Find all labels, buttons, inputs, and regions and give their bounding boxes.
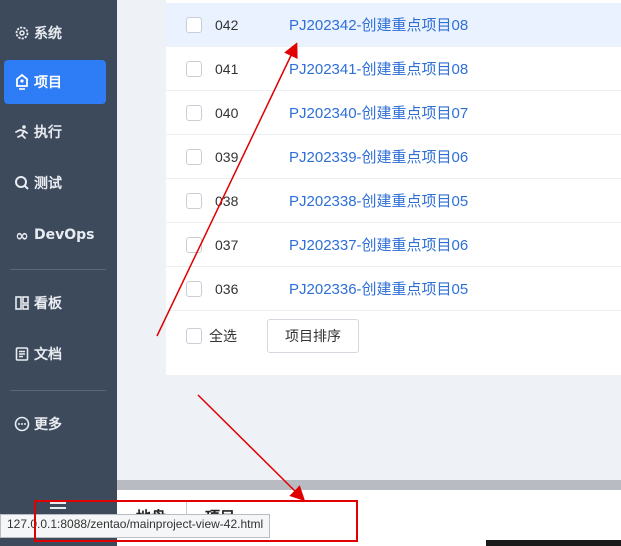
project-link[interactable]: PJ202341-创建重点项目08 [289,58,468,79]
sidebar-item-more[interactable]: 更多 [4,402,106,446]
sidebar-divider [10,269,106,270]
row-checkbox[interactable] [186,104,202,121]
project-link[interactable]: PJ202336-创建重点项目05 [289,278,468,299]
sidebar-item-docs[interactable]: 文档 [4,332,106,376]
sidebar-item-label: 看板 [34,296,62,312]
sidebar-item-project[interactable]: 项目 [4,60,106,104]
row-checkbox[interactable] [186,148,202,165]
row-checkbox[interactable] [186,16,202,33]
project-link[interactable]: PJ202340-创建重点项目07 [289,102,468,123]
table-row[interactable]: 037 PJ202337-创建重点项目06 [166,223,621,267]
status-bar-url: 127.0.0.1:8088/zentao/mainproject-view-4… [0,514,271,538]
select-all-checkbox[interactable] [186,328,202,344]
project-id: 041 [215,60,239,77]
list-footer: 全选 项目排序 [166,310,621,360]
row-checkbox[interactable] [186,280,202,297]
select-all-label[interactable]: 全选 [209,326,237,346]
sidebar-item-execution[interactable]: 执行 [4,110,106,154]
taskbar-edge [486,540,621,546]
sidebar-item-system[interactable]: 系统 [4,11,106,55]
project-link[interactable]: PJ202338-创建重点项目05 [289,190,468,211]
table-row[interactable]: 042 PJ202342-创建重点项目08 [166,3,621,47]
sidebar-item-kanban[interactable]: 看板 [4,281,106,325]
test-icon [12,173,32,193]
menu-toggle-icon[interactable] [48,500,68,514]
table-row[interactable]: 036 PJ202336-创建重点项目05 [166,267,621,311]
table-row[interactable]: 039 PJ202339-创建重点项目06 [166,135,621,179]
run-icon [12,122,32,142]
project-id: 038 [215,192,239,209]
doc-icon [12,344,32,364]
sidebar-item-devops[interactable]: ∞ DevOps [4,213,106,257]
project-link[interactable]: PJ202339-创建重点项目06 [289,146,468,167]
project-list-panel: 042 PJ202342-创建重点项目08 041 PJ202341-创建重点项… [166,0,621,375]
project-id: 036 [215,280,239,297]
sidebar-item-label: DevOps [34,227,95,243]
sidebar-item-label: 系统 [34,26,62,42]
project-link[interactable]: PJ202337-创建重点项目06 [289,234,468,255]
project-id: 042 [215,16,239,33]
row-checkbox[interactable] [186,236,202,253]
project-id: 037 [215,236,239,253]
sidebar-item-label: 执行 [34,125,62,141]
project-id: 040 [215,104,239,121]
gear-icon [12,23,32,43]
sidebar-item-label: 更多 [34,417,62,433]
more-icon [12,414,32,434]
sidebar-divider [10,390,106,391]
project-link[interactable]: PJ202342-创建重点项目08 [289,14,468,35]
sidebar-item-label: 文档 [34,347,62,363]
infinity-icon: ∞ [15,225,29,245]
kanban-icon [12,293,32,313]
row-checkbox[interactable] [186,192,202,209]
sidebar-item-test[interactable]: 测试 [4,161,106,205]
table-row[interactable]: 038 PJ202338-创建重点项目05 [166,179,621,223]
project-icon [12,72,32,92]
row-checkbox[interactable] [186,60,202,77]
project-sort-button[interactable]: 项目排序 [267,319,359,353]
sidebar: 系统 项目 执行 测试 ∞ DevOps 看板 文档 更多 [0,0,117,546]
sidebar-item-label: 测试 [34,176,62,192]
table-row[interactable]: 041 PJ202341-创建重点项目08 [166,47,621,91]
horizontal-scrollbar[interactable] [117,480,621,490]
project-id: 039 [215,148,239,165]
sidebar-item-label: 项目 [34,75,62,91]
table-row[interactable]: 040 PJ202340-创建重点项目07 [166,91,621,135]
